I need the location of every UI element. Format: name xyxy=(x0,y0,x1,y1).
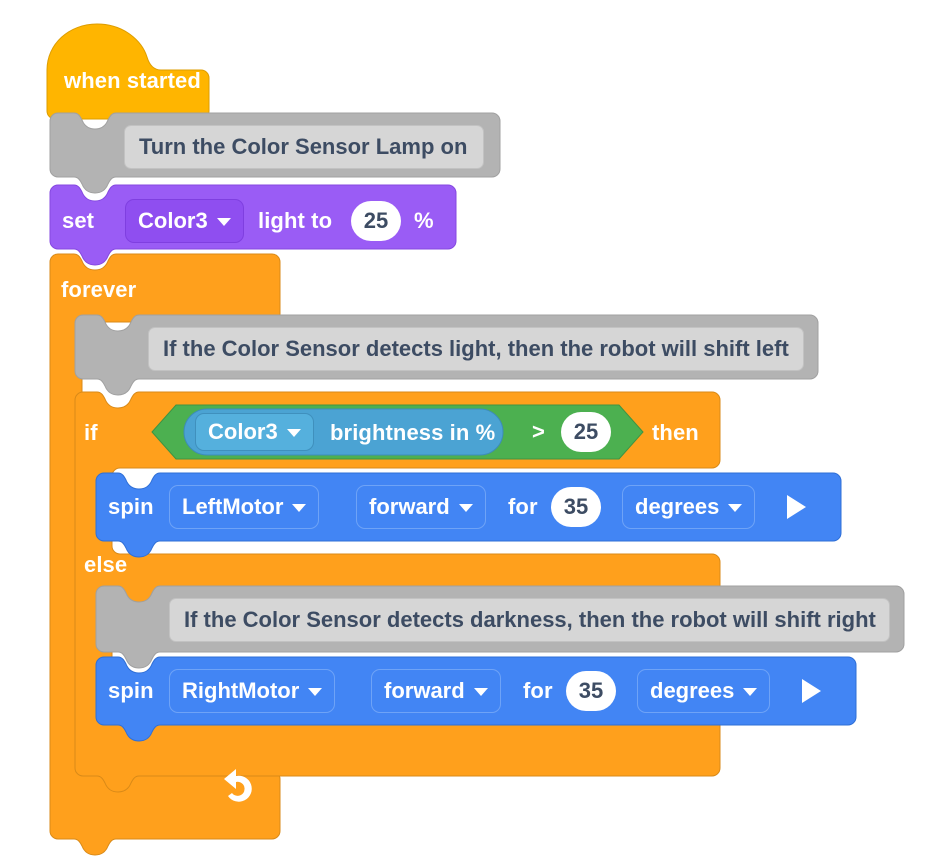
spin-left-units-value: degrees xyxy=(635,494,720,519)
spin-right-prefix-label: spin xyxy=(108,678,154,703)
set-light-prefix-label: set xyxy=(62,208,95,233)
set-light-value-input[interactable]: 25 xyxy=(351,201,401,241)
spin-right-units-dropdown[interactable]: degrees xyxy=(637,669,771,713)
chevron-down-icon xyxy=(286,429,301,437)
spin-left-amount-input[interactable]: 35 xyxy=(551,487,601,527)
when-started-label: when started xyxy=(64,68,201,93)
spin-right-motor-dropdown[interactable]: RightMotor xyxy=(169,669,336,713)
spin-left-prefix-label: spin xyxy=(108,494,154,519)
comment-lamp-field[interactable]: Turn the Color Sensor Lamp on xyxy=(124,125,484,169)
spin-right-run-icon[interactable] xyxy=(802,679,821,703)
forever-label: forever xyxy=(61,277,137,302)
set-light-device-dropdown[interactable]: Color3 xyxy=(125,199,244,243)
spin-right-direction-value: forward xyxy=(384,678,465,703)
condition-sensor-value: Color3 xyxy=(208,419,278,444)
comment-dark-text: If the Color Sensor detects darkness, th… xyxy=(184,607,876,632)
comment-light-field[interactable]: If the Color Sensor detects light, then … xyxy=(148,327,804,371)
else-label: else xyxy=(84,552,128,577)
spin-left-run-icon[interactable] xyxy=(787,495,806,519)
chevron-down-icon xyxy=(216,218,231,226)
if-label: if xyxy=(84,420,98,445)
chevron-down-icon xyxy=(728,504,743,512)
chevron-down-icon xyxy=(743,688,758,696)
condition-value-input[interactable]: 25 xyxy=(561,412,611,452)
spin-left-for-label: for xyxy=(508,494,538,519)
spin-left-motor-value: LeftMotor xyxy=(182,494,284,519)
spin-left-units-dropdown[interactable]: degrees xyxy=(622,485,756,529)
spin-right-motor-value: RightMotor xyxy=(182,678,300,703)
block-workspace[interactable]: when started Turn the Color Sensor Lamp … xyxy=(0,0,942,858)
spin-right-amount-input[interactable]: 35 xyxy=(566,671,616,711)
spin-right-direction-dropdown[interactable]: forward xyxy=(371,669,501,713)
chevron-down-icon xyxy=(308,688,323,696)
then-label: then xyxy=(652,420,699,445)
spin-left-direction-dropdown[interactable]: forward xyxy=(356,485,486,529)
chevron-down-icon xyxy=(473,688,488,696)
condition-reporter-label: brightness in % xyxy=(330,420,496,445)
spin-right-units-value: degrees xyxy=(650,678,735,703)
set-light-middle-label: light to xyxy=(258,208,333,233)
spin-left-motor-dropdown[interactable]: LeftMotor xyxy=(169,485,320,529)
condition-operator-label: > xyxy=(532,419,545,444)
chevron-down-icon xyxy=(458,504,473,512)
comment-lamp-text: Turn the Color Sensor Lamp on xyxy=(139,134,468,159)
comment-dark-field[interactable]: If the Color Sensor detects darkness, th… xyxy=(169,598,890,642)
spin-left-direction-value: forward xyxy=(369,494,450,519)
comment-light-text: If the Color Sensor detects light, then … xyxy=(163,336,789,361)
set-light-device-value: Color3 xyxy=(138,208,208,233)
set-light-suffix-label: % xyxy=(414,208,434,233)
chevron-down-icon xyxy=(292,504,307,512)
spin-right-for-label: for xyxy=(523,678,553,703)
condition-sensor-dropdown[interactable]: Color3 xyxy=(195,413,314,451)
